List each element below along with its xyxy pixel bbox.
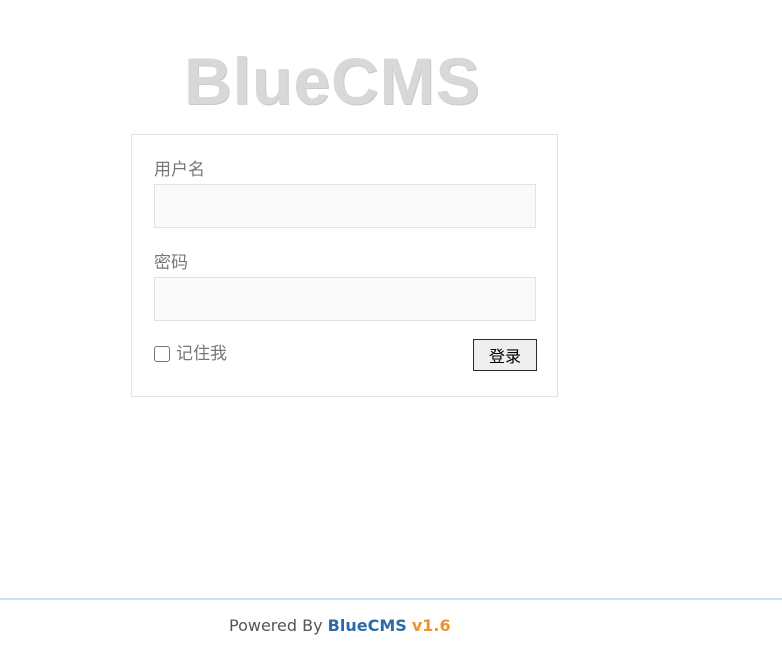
footer-brand: BlueCMS	[327, 616, 407, 635]
remember-me-label[interactable]: 记住我	[176, 343, 227, 365]
remember-me[interactable]: 记住我	[154, 343, 227, 365]
password-input[interactable]	[154, 277, 536, 321]
bluecms-logo: BlueCMS	[184, 44, 481, 118]
password-label: 密码	[154, 253, 188, 273]
remember-me-checkbox[interactable]	[154, 346, 170, 362]
login-page: BlueCMS 用户名 密码 记住我 登录 Powered By BlueCMS…	[0, 0, 782, 651]
footer-divider	[0, 598, 782, 600]
login-button[interactable]: 登录	[473, 339, 537, 371]
footer-version: v1.6	[411, 616, 451, 635]
login-form: 用户名 密码 记住我 登录	[131, 134, 558, 397]
username-label: 用户名	[154, 160, 205, 180]
username-input[interactable]	[154, 184, 536, 228]
powered-by-text: Powered By	[229, 616, 323, 635]
footer: Powered By BlueCMS v1.6	[229, 616, 451, 636]
